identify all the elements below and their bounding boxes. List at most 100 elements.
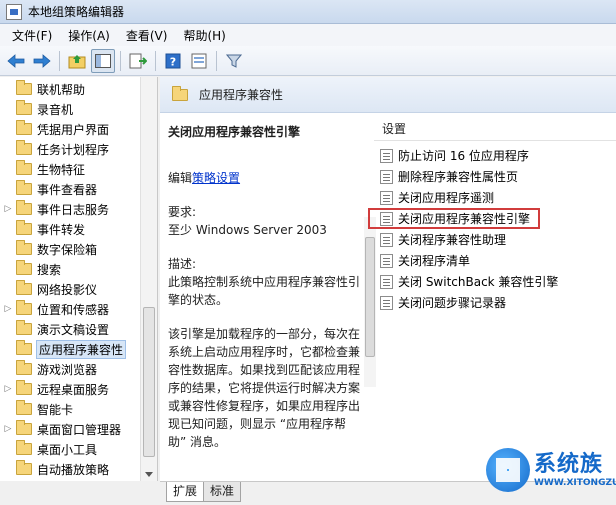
description-panel: 关闭应用程序兼容性引擎 编辑策略设置 要求: 至少 Windows Server… bbox=[168, 123, 363, 478]
folder-icon bbox=[16, 440, 32, 455]
expand-arrow-icon[interactable]: ▷ bbox=[0, 384, 16, 394]
tree-item-label: 网络投影仪 bbox=[37, 282, 98, 297]
menu-action[interactable]: 操作(A) bbox=[60, 27, 118, 44]
up-level-button[interactable] bbox=[65, 49, 89, 73]
folder-icon bbox=[16, 180, 32, 195]
setting-item-label: 关闭应用程序遥测 bbox=[398, 191, 495, 205]
folder-icon bbox=[172, 85, 188, 101]
menu-bar: 文件(F) 操作(A) 查看(V) 帮助(H) bbox=[0, 24, 616, 46]
forward-arrow-icon bbox=[33, 53, 51, 68]
setting-item[interactable]: 关闭问题步骤记录器 bbox=[374, 292, 616, 313]
tree-item[interactable]: 事件查看器 bbox=[0, 179, 140, 199]
scroll-down-arrow-icon[interactable] bbox=[145, 472, 153, 477]
requirement: 要求: 至少 Windows Server 2003 bbox=[168, 203, 363, 239]
expand-arrow-icon[interactable]: ▷ bbox=[0, 304, 16, 314]
folder-icon bbox=[16, 160, 32, 175]
tree-item[interactable]: 智能卡 bbox=[0, 399, 140, 419]
tree-item[interactable]: 演示文稿设置 bbox=[0, 319, 140, 339]
edit-policy-line: 编辑策略设置 bbox=[168, 169, 363, 187]
help-icon: ? bbox=[165, 53, 181, 68]
title-bar: 本地组策略编辑器 bbox=[0, 0, 616, 24]
svg-text:?: ? bbox=[170, 55, 176, 68]
tree-item[interactable]: ▷ 事件日志服务 bbox=[0, 199, 140, 219]
setting-item[interactable]: 关闭 SwitchBack 兼容性引擎 bbox=[374, 271, 616, 292]
setting-item[interactable]: 关闭应用程序遥测 bbox=[374, 187, 616, 208]
tree-item[interactable]: 自动播放策略 bbox=[0, 459, 140, 479]
tree-item-label: 事件查看器 bbox=[37, 182, 98, 197]
back-button[interactable] bbox=[4, 49, 28, 73]
scrollbar-thumb[interactable] bbox=[143, 307, 155, 457]
tree-item-label: 凭据用户界面 bbox=[37, 122, 110, 137]
folder-icon bbox=[16, 260, 32, 275]
requirement-label: 要求: bbox=[168, 205, 197, 219]
setting-item[interactable]: 防止访问 16 位应用程序 bbox=[374, 145, 616, 166]
tree-item-label: 录音机 bbox=[37, 102, 74, 117]
properties-button[interactable] bbox=[187, 49, 211, 73]
policy-editor-icon bbox=[6, 3, 22, 20]
tree-item[interactable]: 凭据用户界面 bbox=[0, 119, 140, 139]
policy-title: 关闭应用程序兼容性引擎 bbox=[168, 125, 301, 139]
toolbar-separator bbox=[155, 50, 156, 71]
tree-item[interactable]: ▷ 位置和传感器 bbox=[0, 299, 140, 319]
toolbar: ? bbox=[0, 46, 616, 76]
help-button[interactable]: ? bbox=[161, 49, 185, 73]
details-pane: 应用程序兼容性 关闭应用程序兼容性引擎 编辑策略设置 要求: 至少 Window… bbox=[160, 77, 616, 481]
expand-arrow-icon[interactable]: ▷ bbox=[0, 424, 16, 434]
filter-button[interactable] bbox=[222, 49, 246, 73]
tree-item-label: 事件日志服务 bbox=[37, 202, 110, 217]
toolbar-separator bbox=[216, 50, 217, 71]
setting-item[interactable]: 删除程序兼容性属性页 bbox=[374, 166, 616, 187]
setting-item[interactable]: 关闭程序兼容性助理 bbox=[374, 229, 616, 250]
tree-item[interactable]: 事件转发 bbox=[0, 219, 140, 239]
policy-setting-icon bbox=[380, 148, 393, 163]
tree-item-label: 桌面小工具 bbox=[37, 442, 98, 457]
folder-icon bbox=[16, 280, 32, 295]
watermark-name: 系统族 bbox=[534, 452, 604, 477]
tree-item-label: 演示文稿设置 bbox=[37, 322, 110, 337]
expand-arrow-icon[interactable]: ▷ bbox=[0, 204, 16, 214]
menu-help[interactable]: 帮助(H) bbox=[175, 27, 233, 44]
tree-item[interactable]: 网络投影仪 bbox=[0, 279, 140, 299]
folder-icon bbox=[16, 80, 32, 95]
tree-item[interactable]: 生物特征 bbox=[0, 159, 140, 179]
forward-button[interactable] bbox=[30, 49, 54, 73]
tree-item[interactable]: ▷ 远程桌面服务 bbox=[0, 379, 140, 399]
folder-icon bbox=[16, 240, 32, 255]
tree-item[interactable]: 桌面小工具 bbox=[0, 439, 140, 459]
tree-item[interactable]: 任务计划程序 bbox=[0, 139, 140, 159]
export-list-button[interactable] bbox=[126, 49, 150, 73]
tree-item-label: 搜索 bbox=[37, 262, 62, 277]
tree-item[interactable]: 应用程序兼容性 bbox=[0, 339, 140, 359]
edit-prefix: 编辑 bbox=[168, 171, 193, 185]
settings-column-header[interactable]: 设置 bbox=[374, 117, 616, 141]
tree-item-label: 任务计划程序 bbox=[37, 142, 110, 157]
menu-file[interactable]: 文件(F) bbox=[4, 27, 60, 44]
tree-item[interactable]: 联机帮助 bbox=[0, 79, 140, 99]
tree-item-label: 桌面窗口管理器 bbox=[37, 422, 122, 437]
policy-setting-icon bbox=[380, 295, 393, 310]
tree-item[interactable]: 数字保险箱 bbox=[0, 239, 140, 259]
policy-setting-icon bbox=[380, 169, 393, 184]
show-hide-tree-button[interactable] bbox=[91, 48, 115, 73]
tab-standard[interactable]: 标准 bbox=[203, 482, 242, 502]
setting-item[interactable]: 关闭应用程序兼容性引擎 bbox=[368, 208, 540, 229]
tree-item[interactable]: 游戏浏览器 bbox=[0, 359, 140, 379]
up-folder-icon bbox=[68, 54, 86, 68]
setting-item-label: 关闭问题步骤记录器 bbox=[398, 296, 507, 310]
tree-scrollbar[interactable] bbox=[140, 77, 157, 481]
tree-item[interactable]: 录音机 bbox=[0, 99, 140, 119]
back-arrow-icon bbox=[7, 53, 25, 68]
edit-policy-link[interactable]: 策略设置 bbox=[192, 171, 240, 185]
tab-extended[interactable]: 扩展 bbox=[166, 482, 205, 502]
folder-icon bbox=[16, 400, 32, 415]
tree-item-label: 事件转发 bbox=[37, 222, 86, 237]
folder-icon bbox=[16, 380, 32, 395]
setting-item[interactable]: 关闭程序清单 bbox=[374, 250, 616, 271]
watermark-logo: 系统族 WWW.XITONGZU.COM bbox=[486, 440, 616, 500]
tree-item[interactable]: 搜索 bbox=[0, 259, 140, 279]
tree-item-label: 应用程序兼容性 bbox=[35, 339, 127, 359]
filter-icon bbox=[226, 54, 242, 68]
menu-view[interactable]: 查看(V) bbox=[118, 27, 176, 44]
folder-icon bbox=[16, 340, 32, 355]
tree-item[interactable]: ▷ 桌面窗口管理器 bbox=[0, 419, 140, 439]
